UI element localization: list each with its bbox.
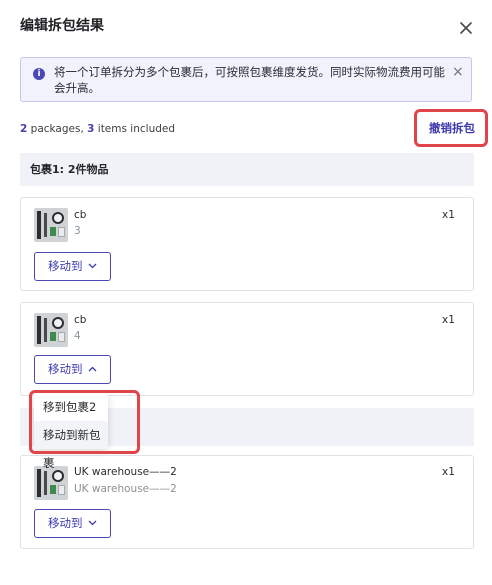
item-sku: 4 — [74, 330, 81, 342]
item-sku: 3 — [74, 225, 81, 237]
chevron-down-icon — [88, 263, 97, 269]
item-card: UK warehouse——2 UK warehouse——2 x1 移动到 — [20, 455, 474, 549]
move-to-button[interactable]: 移动到 — [34, 355, 111, 384]
move-to-package-2-option[interactable]: 移到包裹2 — [34, 393, 108, 421]
item-card: cb 4 x1 移动到 — [20, 302, 474, 396]
item-name: cb — [74, 209, 87, 221]
dialog-title: 编辑拆包结果 — [20, 18, 104, 34]
move-to-new-package-option[interactable]: 移动到新包裹 — [34, 421, 108, 470]
move-to-label: 移动到 — [48, 516, 83, 530]
move-to-label: 移动到 — [48, 362, 83, 376]
close-icon[interactable] — [458, 20, 474, 36]
item-count: x1 — [442, 466, 455, 478]
item-sku: UK warehouse——2 — [74, 483, 177, 495]
undo-split-button[interactable]: 撤销拆包 — [429, 120, 475, 136]
package-1-header: 包裹1: 2件物品 — [20, 153, 474, 186]
move-to-button[interactable]: 移动到 — [34, 509, 111, 538]
info-icon: i — [33, 68, 45, 80]
chevron-up-icon — [88, 366, 97, 372]
item-card: cb 3 x1 移动到 — [20, 197, 474, 291]
move-to-label: 移动到 — [48, 259, 83, 273]
item-count: x1 — [442, 209, 455, 221]
item-name: cb — [74, 314, 87, 326]
item-name: UK warehouse——2 — [74, 466, 177, 478]
banner-close-icon[interactable]: × — [452, 64, 464, 80]
banner-message: 将一个订单拆分为多个包裹后，可按照包裹维度发货。同时实际物流费用可能会升高。 — [54, 65, 445, 95]
product-thumbnail — [34, 313, 68, 347]
packages-text: packages, — [27, 123, 88, 135]
chevron-down-icon — [88, 520, 97, 526]
move-to-dropdown: 移到包裹2 移动到新包裹 — [34, 393, 108, 470]
move-to-button[interactable]: 移动到 — [34, 252, 111, 281]
info-banner: i 将一个订单拆分为多个包裹后，可按照包裹维度发货。同时实际物流费用可能会升高。… — [20, 57, 472, 102]
product-thumbnail — [34, 208, 68, 242]
item-count: x1 — [442, 314, 455, 326]
package-summary: 2 packages, 3 items included — [20, 123, 175, 135]
items-text: items included — [94, 123, 176, 135]
